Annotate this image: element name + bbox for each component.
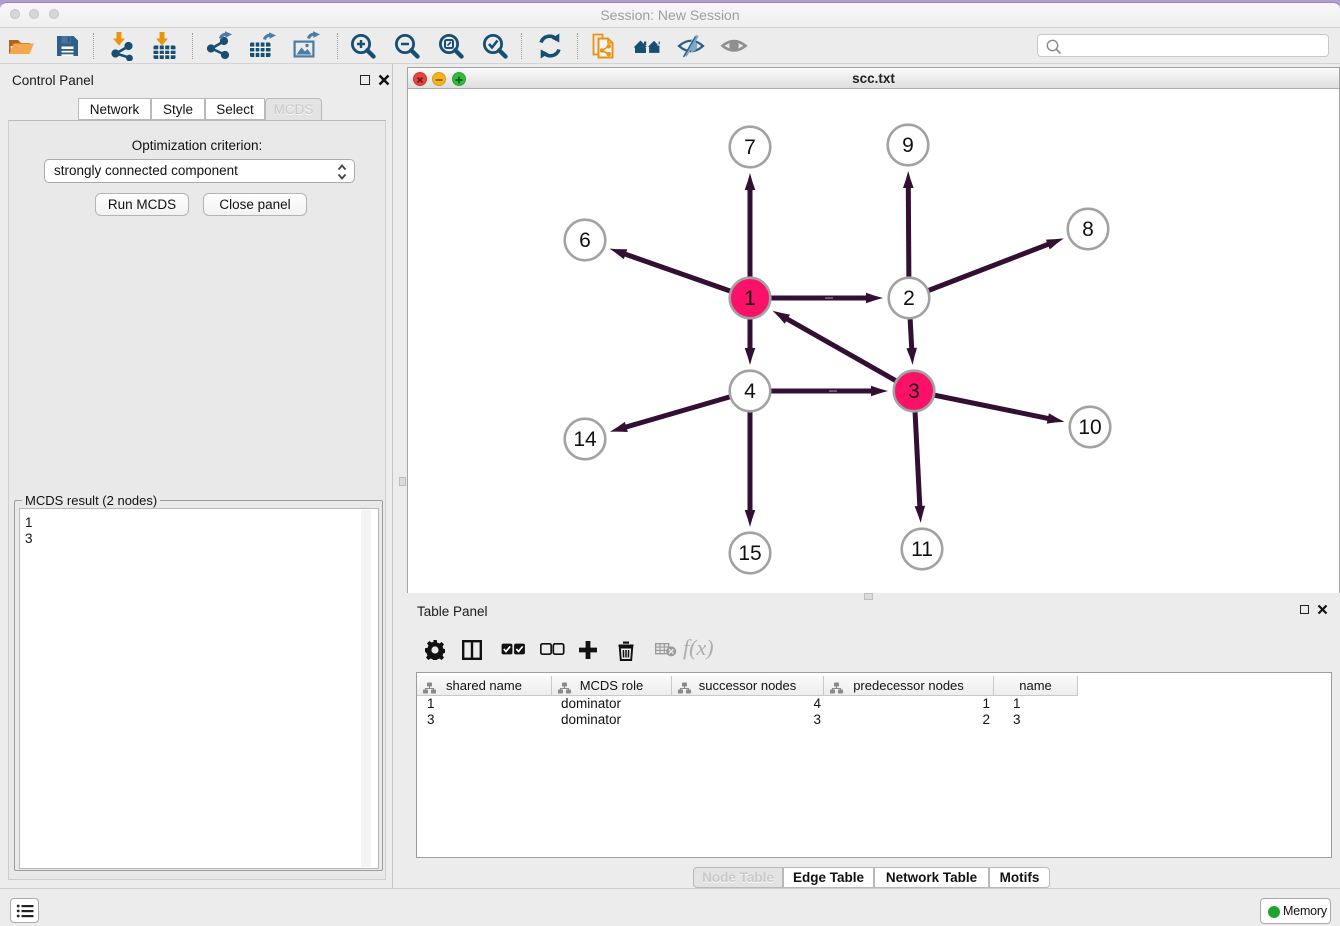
svg-text:10: 10 xyxy=(1078,416,1101,439)
svg-text:2: 2 xyxy=(903,287,915,310)
svg-text:7: 7 xyxy=(744,136,756,159)
svg-text:9: 9 xyxy=(902,134,914,157)
svg-text:6: 6 xyxy=(579,229,591,252)
svg-text:4: 4 xyxy=(744,380,756,403)
svg-text:14: 14 xyxy=(573,428,597,451)
svg-text:8: 8 xyxy=(1082,218,1094,241)
svg-text:15: 15 xyxy=(738,542,761,565)
svg-text:11: 11 xyxy=(911,538,933,561)
svg-text:1: 1 xyxy=(744,287,756,310)
svg-text:3: 3 xyxy=(908,380,920,403)
